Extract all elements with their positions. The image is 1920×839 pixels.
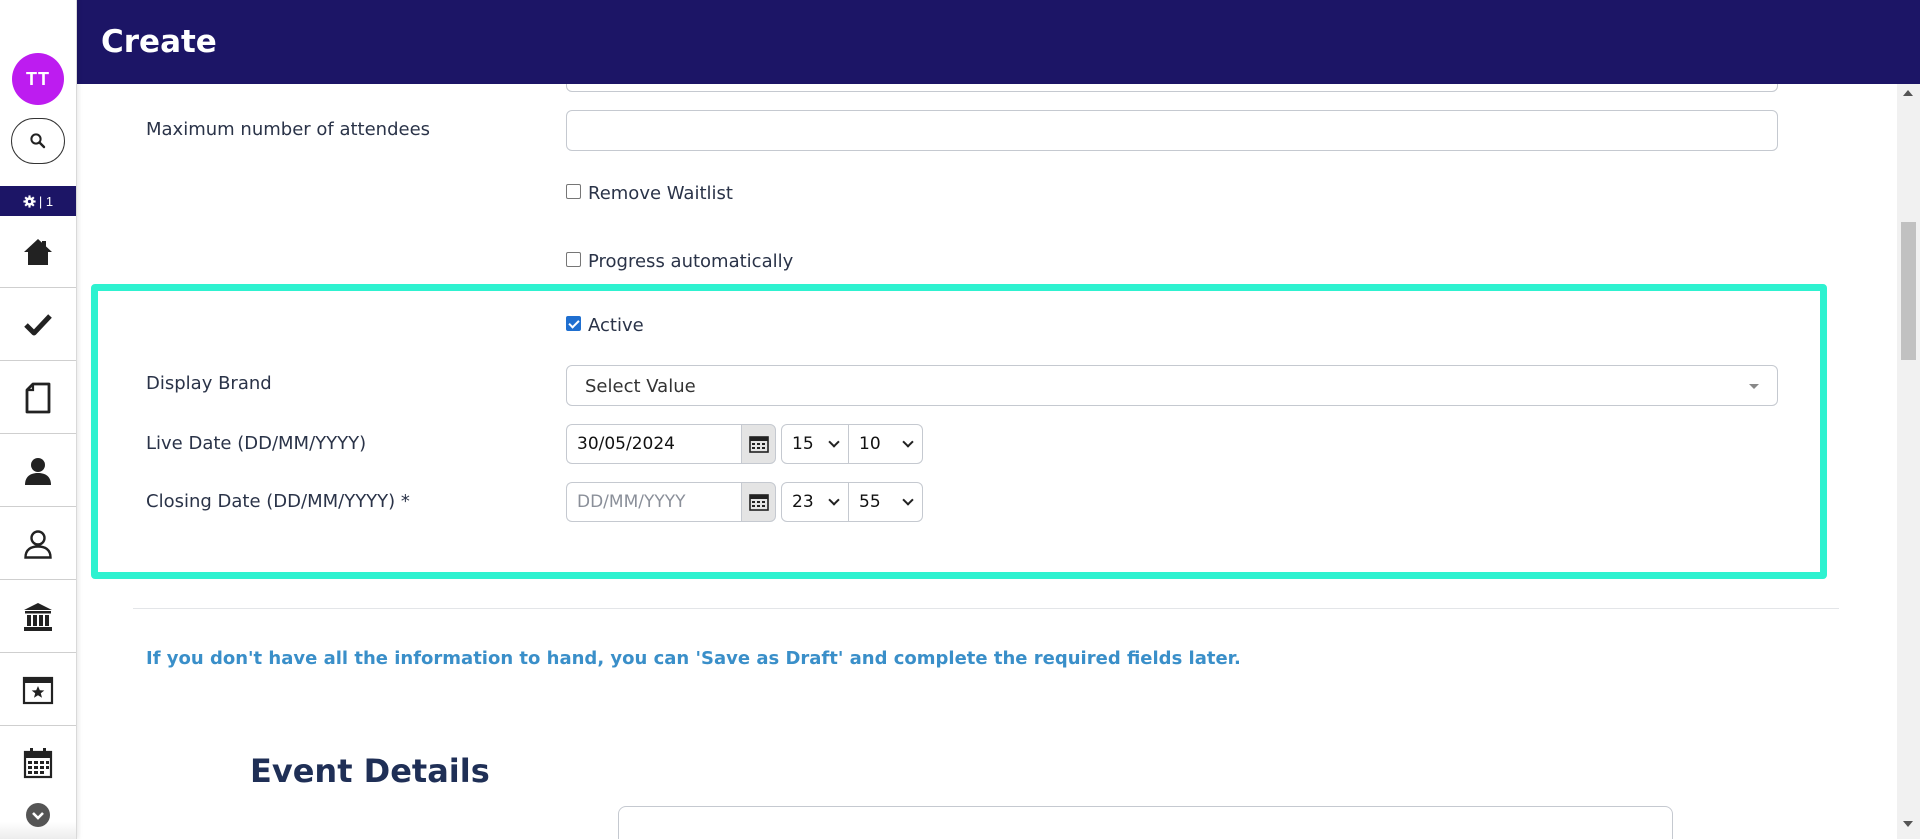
calendar-icon	[23, 747, 53, 778]
live-date-label: Live Date (DD/MM/YYYY)	[146, 433, 367, 454]
chevron-down-icon	[902, 436, 914, 448]
closing-date-label: Closing Date (DD/MM/YYYY) *	[146, 491, 410, 512]
nav-documents[interactable]	[0, 362, 76, 434]
avatar[interactable]: TT	[12, 53, 64, 105]
max-attendees-label: Maximum number of attendees	[146, 119, 431, 140]
remove-waitlist-row[interactable]: Remove Waitlist	[566, 183, 733, 204]
remove-waitlist-checkbox[interactable]	[566, 184, 581, 199]
calendar-star-icon	[22, 676, 54, 704]
closing-minute-select[interactable]: 55	[849, 482, 923, 522]
gear-icon	[23, 194, 36, 208]
calendar-icon	[748, 494, 769, 511]
remove-waitlist-label: Remove Waitlist	[588, 183, 733, 204]
event-details-input[interactable]	[618, 806, 1673, 839]
person-outline-icon	[24, 529, 52, 559]
section-divider	[133, 608, 1839, 609]
closing-hour-value: 23	[792, 492, 814, 512]
nav-calendar[interactable]	[0, 727, 76, 799]
draft-note: If you don't have all the information to…	[146, 648, 1241, 669]
closing-minute-value: 55	[859, 492, 881, 512]
active-checkbox[interactable]	[566, 316, 581, 331]
document-icon	[25, 382, 51, 413]
form-content: Maximum number of attendees Remove Waitl…	[77, 84, 1897, 839]
live-date-input[interactable]: 30/05/2024	[566, 424, 741, 464]
home-icon	[24, 238, 52, 265]
dropdown-caret-icon	[1749, 384, 1759, 389]
calendar-icon	[748, 436, 769, 453]
nav-home[interactable]	[0, 216, 76, 288]
live-hour-value: 15	[792, 434, 814, 454]
bank-icon	[24, 602, 52, 631]
previous-field-input[interactable]	[566, 84, 1778, 92]
chevron-down-icon	[828, 494, 840, 506]
active-row[interactable]: Active	[566, 315, 644, 336]
nav-organisations[interactable]	[0, 581, 76, 653]
closing-date-input[interactable]: DD/MM/YYYY	[566, 482, 741, 522]
settings-bar[interactable]: | 1	[0, 186, 76, 216]
chevron-down-circle-icon	[26, 803, 50, 827]
chevron-down-icon	[902, 494, 914, 506]
max-attendees-input[interactable]	[566, 110, 1778, 151]
live-minute-select[interactable]: 10	[849, 424, 923, 464]
display-brand-value: Select Value	[585, 376, 696, 397]
nav-more-button[interactable]	[0, 796, 76, 839]
settings-count: | 1	[38, 193, 54, 209]
progress-auto-checkbox[interactable]	[566, 252, 581, 267]
progress-auto-label: Progress automatically	[588, 251, 794, 272]
person-icon	[25, 457, 51, 485]
search-icon	[30, 133, 46, 149]
active-label: Active	[588, 315, 644, 336]
scroll-up-arrow-icon[interactable]	[1903, 90, 1913, 96]
display-brand-label: Display Brand	[146, 373, 272, 394]
search-button[interactable]	[11, 118, 65, 164]
live-minute-value: 10	[859, 434, 881, 454]
page-title: Create	[101, 24, 217, 60]
checkmark-icon	[24, 313, 52, 335]
progress-auto-row[interactable]: Progress automatically	[566, 251, 793, 272]
chevron-down-icon	[828, 436, 840, 448]
section-title: Event Details	[250, 752, 490, 790]
closing-date-group: DD/MM/YYYY 23 55	[566, 482, 923, 522]
scroll-down-arrow-icon[interactable]	[1903, 821, 1913, 827]
live-date-calendar-button[interactable]	[741, 424, 776, 464]
nav-members[interactable]	[0, 508, 76, 580]
display-brand-select[interactable]: Select Value	[566, 365, 1778, 406]
scroll-thumb[interactable]	[1901, 222, 1916, 360]
live-date-group: 30/05/2024 15 10	[566, 424, 923, 464]
nav-contacts[interactable]	[0, 435, 76, 507]
scrollbar[interactable]	[1897, 84, 1920, 839]
highlight-box	[91, 284, 1827, 579]
top-header: Create	[77, 0, 1920, 84]
closing-date-calendar-button[interactable]	[741, 482, 776, 522]
live-hour-select[interactable]: 15	[781, 424, 849, 464]
nav-tasks[interactable]	[0, 289, 76, 361]
nav-events[interactable]	[0, 654, 76, 726]
sidebar: TT | 1	[0, 0, 77, 839]
closing-hour-select[interactable]: 23	[781, 482, 849, 522]
